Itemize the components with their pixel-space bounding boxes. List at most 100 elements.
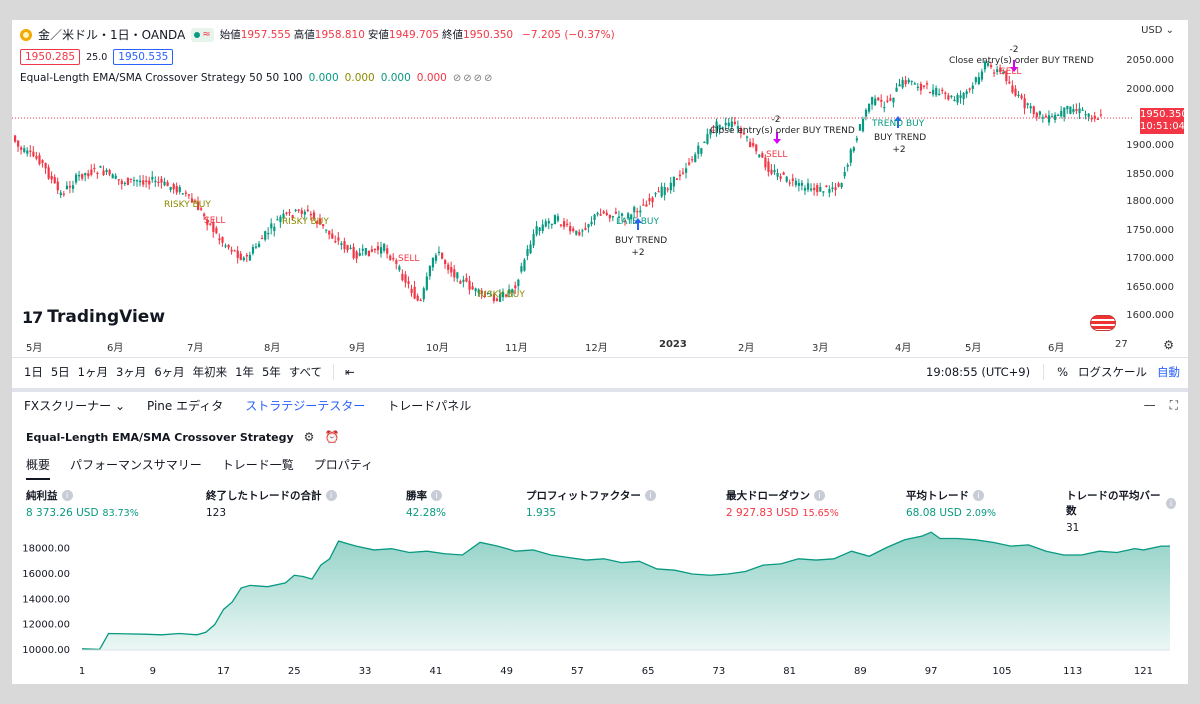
x-tick-label: 25 bbox=[288, 666, 301, 677]
percent-toggle[interactable]: % bbox=[1057, 365, 1068, 379]
candle-body bbox=[81, 173, 84, 179]
strategy-settings-icon[interactable]: ⚙ bbox=[304, 430, 315, 444]
alarm-clock-icon[interactable]: ⏰ bbox=[324, 430, 339, 444]
candle-body bbox=[53, 177, 56, 184]
price-chart[interactable]: 金／米ドル・1日・OANDA ≈ 始値1957.555 高値1958.810 安値1… bbox=[12, 20, 1188, 355]
tf-3m[interactable]: 3ヶ月 bbox=[116, 364, 146, 380]
info-icon[interactable]: i bbox=[973, 490, 984, 501]
tf-5y[interactable]: 5年 bbox=[262, 364, 281, 380]
brand-name: TradingView bbox=[47, 307, 166, 327]
candle-body bbox=[1038, 111, 1041, 115]
candle-body bbox=[1041, 117, 1045, 119]
chart-settings-icon[interactable]: ⚙ bbox=[1163, 338, 1174, 352]
candle-body bbox=[941, 89, 944, 91]
tf-all[interactable]: すべて bbox=[289, 364, 322, 380]
log-scale-toggle[interactable]: ログスケール bbox=[1078, 364, 1147, 380]
candle-body bbox=[75, 174, 78, 183]
candle-body bbox=[974, 77, 977, 83]
time-tick-label: 7月 bbox=[187, 343, 204, 354]
stat-value: 8 373.26 USD 83.73% bbox=[26, 507, 139, 519]
tf-ytd[interactable]: 年初来 bbox=[193, 364, 228, 380]
price-tick-label: 1700.000 bbox=[1126, 253, 1174, 264]
candle-body bbox=[831, 187, 834, 190]
info-icon[interactable]: i bbox=[431, 490, 442, 501]
strategy-header: Equal-Length EMA/SMA Crossover Strategy … bbox=[26, 430, 339, 444]
candle-body bbox=[1023, 98, 1026, 109]
buy-price-button[interactable]: 1950.535 bbox=[113, 49, 174, 65]
candle-body bbox=[71, 185, 75, 189]
tf-1m[interactable]: 1ヶ月 bbox=[78, 364, 108, 380]
candle-body bbox=[184, 192, 187, 194]
tradingview-logo[interactable]: 17 TradingView bbox=[22, 307, 165, 327]
tf-1d[interactable]: 1日 bbox=[24, 364, 43, 380]
tab-strategy-tester[interactable]: ストラテジーテスター bbox=[245, 397, 365, 414]
candle-body bbox=[996, 69, 999, 72]
candle-body bbox=[651, 197, 654, 203]
hidden-eye-icons[interactable]: ⊘⊘⊘⊘ bbox=[453, 73, 495, 84]
auto-scale-toggle[interactable]: 自動 bbox=[1157, 364, 1180, 380]
time-tick-label: 2月 bbox=[738, 343, 755, 354]
candle-body bbox=[517, 279, 520, 286]
candle-body bbox=[858, 124, 862, 131]
candle-body bbox=[471, 286, 474, 290]
goto-date-icon[interactable]: ⇤ bbox=[345, 365, 355, 379]
tab-trade-list[interactable]: トレード一覧 bbox=[222, 456, 294, 480]
maximize-panel-icon[interactable]: ⛶ bbox=[1170, 398, 1178, 413]
candle-body bbox=[334, 240, 337, 243]
info-icon[interactable]: i bbox=[814, 490, 825, 501]
candle-body bbox=[32, 151, 35, 157]
candle-body bbox=[1026, 103, 1029, 105]
candle-body bbox=[556, 216, 560, 221]
candle-body bbox=[544, 221, 547, 227]
candle-body bbox=[1069, 106, 1072, 114]
candle-body bbox=[254, 246, 258, 248]
info-icon[interactable]: i bbox=[644, 490, 656, 501]
info-icon[interactable]: i bbox=[1165, 497, 1176, 509]
tab-performance-summary[interactable]: パフォーマンスサマリー bbox=[70, 456, 202, 480]
stat-value-text: 42.28% bbox=[406, 507, 447, 519]
sell-price-button[interactable]: 1950.285 bbox=[20, 49, 81, 65]
strategy-legend[interactable]: Equal-Length EMA/SMA Crossover Strategy … bbox=[20, 72, 494, 84]
candle-body bbox=[898, 84, 901, 87]
tf-5d[interactable]: 5日 bbox=[51, 364, 70, 380]
x-tick-label: 105 bbox=[992, 666, 1011, 677]
candle-body bbox=[575, 230, 578, 235]
candle-body bbox=[93, 167, 96, 170]
clock-timezone[interactable]: 19:08:55 (UTC+9) bbox=[926, 365, 1030, 379]
tf-6m[interactable]: 6ヶ月 bbox=[154, 364, 184, 380]
candle-body bbox=[1093, 115, 1096, 119]
tab-overview[interactable]: 概要 bbox=[26, 456, 51, 480]
candle-body bbox=[65, 185, 69, 190]
candle-body bbox=[1011, 85, 1014, 93]
candle-body bbox=[645, 204, 648, 207]
candle-body bbox=[566, 223, 569, 225]
minimize-panel-icon[interactable]: — bbox=[1144, 398, 1156, 413]
us-flag-icon[interactable] bbox=[1090, 315, 1116, 331]
candle-body bbox=[852, 147, 855, 152]
equity-curve-chart[interactable]: 10000.00 12000.00 14000.00 16000.00 18000.00… bbox=[12, 530, 1188, 684]
candle-body bbox=[166, 182, 169, 187]
info-icon[interactable]: i bbox=[61, 490, 73, 501]
market-status-badge[interactable]: ≈ bbox=[191, 27, 214, 42]
bar-countdown: 10:51:04 bbox=[1140, 121, 1185, 132]
tradingview-window: 金／米ドル・1日・OANDA ≈ 始値1957.555 高値1958.810 安値1… bbox=[12, 20, 1188, 684]
stat-label-text: 勝率 bbox=[406, 490, 427, 502]
symbol-name[interactable]: 金／米ドル・1日・OANDA bbox=[38, 26, 185, 43]
close-entry-label-1: Close entry(s) order BUY TREND bbox=[710, 126, 855, 136]
candle-body bbox=[724, 122, 727, 126]
risky-buy-label-1: RISKY BUY bbox=[164, 200, 211, 210]
x-tick-label: 97 bbox=[925, 666, 938, 677]
candles bbox=[14, 60, 1102, 304]
tab-fx-screener[interactable]: FXスクリーナー ⌄ bbox=[24, 397, 125, 414]
tf-1y[interactable]: 1年 bbox=[235, 364, 254, 380]
stat-item: プロフィットファクター i 1.935 bbox=[526, 488, 656, 519]
sell-label-2: SELL bbox=[398, 254, 420, 264]
tab-trading-panel[interactable]: トレードパネル bbox=[387, 397, 471, 414]
tab-pine-editor[interactable]: Pine エディタ bbox=[147, 397, 223, 414]
tab-properties[interactable]: プロパティ bbox=[314, 456, 373, 480]
currency-selector[interactable]: USD ⌄ bbox=[1141, 25, 1174, 36]
info-icon[interactable]: i bbox=[325, 490, 337, 501]
price-tick-label: 1900.000 bbox=[1126, 140, 1174, 151]
candle-body bbox=[1081, 109, 1084, 111]
candle-body bbox=[678, 174, 682, 177]
